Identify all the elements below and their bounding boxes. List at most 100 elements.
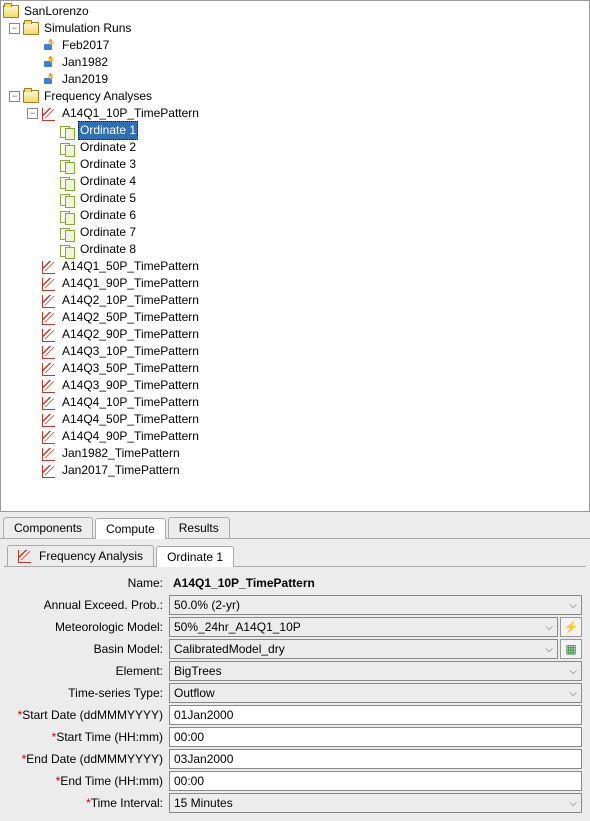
tree-node-freq-item[interactable]: A14Q3_90P_TimePattern <box>1 377 589 394</box>
tree-label: A14Q3_90P_TimePattern <box>60 377 201 394</box>
tree-node-freq-item[interactable]: Jan2017_TimePattern <box>1 462 589 479</box>
tree-node-ordinate[interactable]: Ordinate 8 <box>1 241 589 258</box>
input-start-date[interactable]: 01Jan2000 <box>169 705 582 725</box>
select-aep[interactable]: 50.0% (2-yr)⌵ <box>169 595 582 615</box>
ordinate-icon <box>59 140 75 156</box>
tree-label: Ordinate 6 <box>78 207 138 224</box>
tree-node-freq-item[interactable]: A14Q3_50P_TimePattern <box>1 360 589 377</box>
ordinate-icon <box>59 208 75 224</box>
tree-node-ordinate[interactable]: Ordinate 4 <box>1 173 589 190</box>
tree-node-ordinate[interactable]: Ordinate 2 <box>1 139 589 156</box>
collapse-icon[interactable]: − <box>9 23 20 34</box>
ordinate-icon <box>59 225 75 241</box>
tree-label: Jan2019 <box>60 71 110 88</box>
tab-results[interactable]: Results <box>168 517 230 538</box>
tree-label: A14Q2_50P_TimePattern <box>60 309 201 326</box>
tree-node-freq-item[interactable]: A14Q2_90P_TimePattern <box>1 326 589 343</box>
label-start-time: *Start Time (HH:mm) <box>8 730 169 744</box>
project-tree[interactable]: SanLorenzo − Simulation Runs Feb2017 Jan… <box>0 0 590 512</box>
tree-label: A14Q1_50P_TimePattern <box>60 258 201 275</box>
frequency-analysis-icon <box>41 344 57 360</box>
select-time-interval[interactable]: 15 Minutes⌵ <box>169 793 582 813</box>
label-time-interval: *Time Interval: <box>8 796 169 810</box>
chevron-down-icon: ⌵ <box>545 644 553 655</box>
tree-label: Jan1982 <box>60 54 110 71</box>
label-start-date: *Start Date (ddMMMYYYY) <box>8 708 169 722</box>
tree-label: A14Q4_50P_TimePattern <box>60 411 201 428</box>
tree-node-ordinate[interactable]: Ordinate 5 <box>1 190 589 207</box>
chevron-down-icon: ⌵ <box>569 688 577 699</box>
tree-label: Ordinate 5 <box>78 190 138 207</box>
frequency-analysis-icon <box>41 395 57 411</box>
select-ts-type[interactable]: Outflow⌵ <box>169 683 582 703</box>
tree-node-sim[interactable]: Jan2019 <box>1 71 589 88</box>
collapse-icon[interactable]: − <box>27 108 38 119</box>
tree-node-sim-runs[interactable]: − Simulation Runs <box>1 20 589 37</box>
tree-node-freq-item[interactable]: A14Q3_10P_TimePattern <box>1 343 589 360</box>
tree-node-freq-analyses[interactable]: − Frequency Analyses <box>1 88 589 105</box>
frequency-analysis-icon <box>41 310 57 326</box>
tree-label: Ordinate 4 <box>78 173 138 190</box>
tree-label: A14Q2_10P_TimePattern <box>60 292 201 309</box>
frequency-analysis-icon <box>41 293 57 309</box>
tree-node-freq-item[interactable]: A14Q2_50P_TimePattern <box>1 309 589 326</box>
tree-node-sim[interactable]: Feb2017 <box>1 37 589 54</box>
tree-label: A14Q1_90P_TimePattern <box>60 275 201 292</box>
tree-label: Jan1982_TimePattern <box>60 445 182 462</box>
frequency-analysis-icon <box>41 259 57 275</box>
tree-node-freq-item[interactable]: A14Q1_50P_TimePattern <box>1 258 589 275</box>
frequency-analysis-icon <box>41 327 57 343</box>
select-element[interactable]: BigTrees⌵ <box>169 661 582 681</box>
met-model-edit-button[interactable]: ⚡ <box>560 617 582 637</box>
simulation-icon <box>41 55 57 71</box>
tree-node-freq-item[interactable]: A14Q4_90P_TimePattern <box>1 428 589 445</box>
tab-compute[interactable]: Compute <box>95 518 166 539</box>
select-met-model[interactable]: 50%_24hr_A14Q1_10P⌵ <box>169 617 558 637</box>
folder-icon <box>23 21 39 37</box>
tree-label: SanLorenzo <box>22 3 91 20</box>
tree-node-freq-item[interactable]: − A14Q1_10P_TimePattern <box>1 105 589 122</box>
tree-node-ordinate[interactable]: Ordinate 7 <box>1 224 589 241</box>
collapse-icon[interactable]: − <box>9 91 20 102</box>
ordinate-icon <box>59 242 75 258</box>
ordinate-icon <box>59 191 75 207</box>
tree-node-ordinate[interactable]: Ordinate 3 <box>1 156 589 173</box>
lightning-icon: ⚡ <box>564 620 579 634</box>
select-basin-model[interactable]: CalibratedModel_dry⌵ <box>169 639 558 659</box>
tree-node-sim[interactable]: Jan1982 <box>1 54 589 71</box>
input-end-time[interactable]: 00:00 <box>169 771 582 791</box>
label-end-time: *End Time (HH:mm) <box>8 774 169 788</box>
tree-node-ordinate[interactable]: Ordinate 6 <box>1 207 589 224</box>
tree-label-selected: Ordinate 1 <box>78 121 138 140</box>
label-ts-type: Time-series Type: <box>8 686 169 700</box>
tree-node-freq-item[interactable]: A14Q2_10P_TimePattern <box>1 292 589 309</box>
tree-label: A14Q1_10P_TimePattern <box>60 105 201 122</box>
label-met-model: Meteorologic Model: <box>8 620 169 634</box>
ordinate-icon <box>59 157 75 173</box>
subtab-ordinate[interactable]: Ordinate 1 <box>156 546 234 567</box>
ordinate-icon <box>59 123 75 139</box>
tree-node-freq-item[interactable]: A14Q4_50P_TimePattern <box>1 411 589 428</box>
chevron-down-icon: ⌵ <box>569 798 577 809</box>
tree-node-root[interactable]: SanLorenzo <box>1 3 589 20</box>
frequency-analysis-icon <box>41 446 57 462</box>
folder-icon <box>23 89 39 105</box>
frequency-analysis-icon <box>41 106 57 122</box>
tree-node-ordinate[interactable]: Ordinate 1 <box>1 122 589 139</box>
tree-node-freq-item[interactable]: A14Q1_90P_TimePattern <box>1 275 589 292</box>
tree-node-freq-item[interactable]: Jan1982_TimePattern <box>1 445 589 462</box>
frequency-analysis-icon <box>41 378 57 394</box>
tree-label: A14Q3_10P_TimePattern <box>60 343 201 360</box>
tab-components[interactable]: Components <box>3 517 93 538</box>
input-start-time[interactable]: 00:00 <box>169 727 582 747</box>
label-aep: Annual Exceed. Prob.: <box>8 598 169 612</box>
tree-label: Ordinate 2 <box>78 139 138 156</box>
basin-model-edit-button[interactable]: ▦ <box>560 639 582 659</box>
tree-node-freq-item[interactable]: A14Q4_10P_TimePattern <box>1 394 589 411</box>
main-tab-bar: Components Compute Results <box>0 512 590 539</box>
subtab-frequency-analysis[interactable]: Frequency Analysis <box>7 545 154 566</box>
basin-icon: ▦ <box>565 642 576 656</box>
frequency-analysis-icon <box>41 276 57 292</box>
input-end-date[interactable]: 03Jan2000 <box>169 749 582 769</box>
tree-label: A14Q4_10P_TimePattern <box>60 394 201 411</box>
